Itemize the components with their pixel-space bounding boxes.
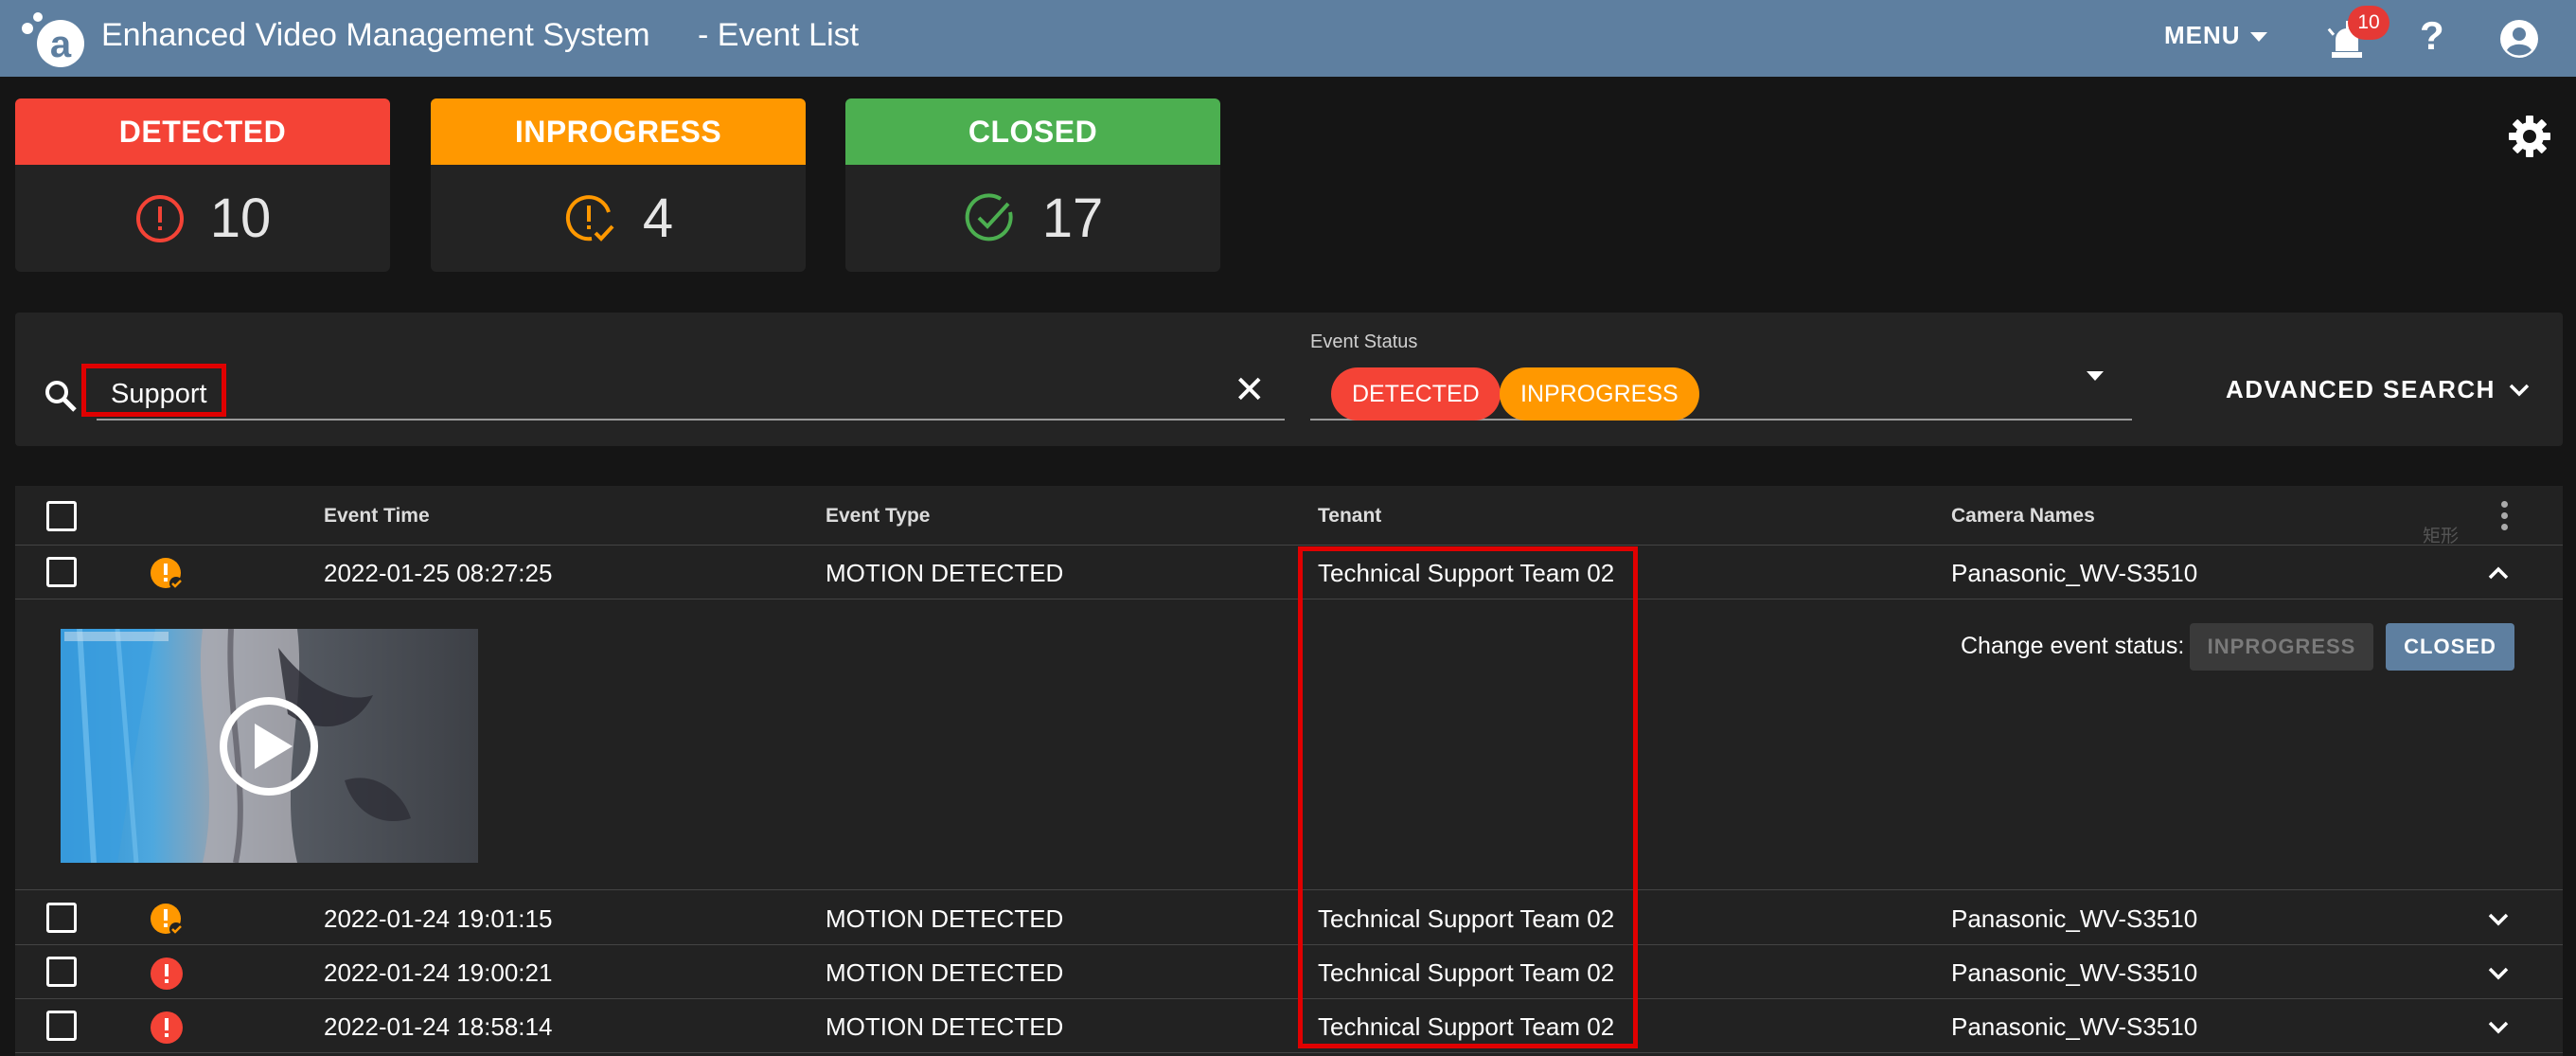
row-checkbox[interactable]: [46, 957, 77, 987]
event-table: Event Time Event Type Tenant Camera Name…: [15, 486, 2563, 1056]
help-icon[interactable]: ?: [2420, 13, 2444, 59]
row-checkbox[interactable]: [46, 1011, 77, 1041]
event-status-label: Event Status: [1310, 331, 1418, 352]
column-header-event-time[interactable]: Event Time: [324, 505, 430, 528]
inprogress-status-icon: [151, 558, 183, 590]
column-options-icon[interactable]: [2501, 501, 2509, 531]
chevron-down-icon[interactable]: [2486, 1014, 2511, 1039]
inprogress-card-title: INPROGRESS: [431, 98, 806, 165]
caret-down-icon[interactable]: [2087, 371, 2104, 381]
event-type-cell: MOTION DETECTED: [826, 958, 1064, 987]
select-all-checkbox[interactable]: [46, 501, 77, 531]
app-logo-icon: a: [22, 12, 84, 67]
chevron-down-icon[interactable]: [2486, 960, 2511, 985]
event-time-cell: 2022-01-24 19:01:15: [324, 904, 553, 933]
tenant-cell: Technical Support Team 02: [1318, 1012, 1615, 1041]
error-outline-icon: [135, 194, 184, 242]
menu-label: MENU: [2164, 21, 2241, 49]
inprogress-count: 4: [642, 188, 674, 249]
closed-card-title: CLOSED: [845, 98, 1220, 165]
row-checkbox[interactable]: [46, 903, 77, 933]
table-row[interactable]: 2022-01-24 18:58:14 MOTION DETECTED Tech…: [15, 999, 2563, 1053]
set-closed-button[interactable]: CLOSED: [2386, 623, 2514, 671]
status-chip-inprogress[interactable]: INPROGRESS: [1500, 367, 1699, 421]
event-type-cell: MOTION DETECTED: [826, 559, 1064, 587]
account-circle-icon[interactable]: [2499, 19, 2539, 59]
inprogress-status-icon: [151, 904, 183, 936]
camera-name-cell: Panasonic_WV-S3510: [1951, 1012, 2198, 1041]
change-event-status-label: Change event status:: [1961, 633, 2185, 659]
status-chip-detected[interactable]: DETECTED: [1331, 367, 1501, 421]
table-row[interactable]: 2022-01-25 08:27:25 MOTION DETECTED Tech…: [15, 546, 2563, 600]
table-row[interactable]: 2022-01-24 19:00:21 MOTION DETECTED Tech…: [15, 945, 2563, 999]
event-type-cell: MOTION DETECTED: [826, 1012, 1064, 1041]
caret-down-icon: [2249, 32, 2267, 42]
chevron-down-icon: [2509, 384, 2530, 396]
overlay-ghost-text: 矩形: [2423, 527, 2460, 546]
app-title: Enhanced Video Management System: [101, 17, 650, 53]
detected-status-icon: [151, 958, 183, 990]
closed-summary-card[interactable]: CLOSED 17: [845, 98, 1220, 272]
advanced-search-toggle[interactable]: ADVANCED SEARCH: [2226, 375, 2530, 404]
column-header-tenant[interactable]: Tenant: [1318, 505, 1381, 528]
search-icon: [45, 381, 77, 412]
video-thumbnail-image: [61, 629, 478, 863]
chevron-down-icon[interactable]: [2486, 906, 2511, 931]
alarm-count-badge: 10: [2348, 6, 2389, 40]
event-time-cell: 2022-01-24 18:58:14: [324, 1012, 553, 1041]
camera-name-cell: Panasonic_WV-S3510: [1951, 958, 2198, 987]
tenant-cell: Technical Support Team 02: [1318, 559, 1615, 587]
inprogress-summary-card[interactable]: INPROGRESS 4: [431, 98, 806, 272]
chevron-up-icon[interactable]: [2486, 561, 2511, 585]
page-title: - Event List: [698, 17, 860, 53]
event-time-cell: 2022-01-25 08:27:25: [324, 559, 553, 587]
row-checkbox[interactable]: [46, 557, 77, 587]
event-status-select[interactable]: DETECTED INPROGRESS: [1310, 360, 2132, 421]
column-header-event-type[interactable]: Event Type: [826, 505, 930, 528]
camera-name-cell: Panasonic_WV-S3510: [1951, 904, 2198, 933]
clear-search-icon[interactable]: ✕: [1234, 371, 1266, 409]
camera-name-cell: Panasonic_WV-S3510: [1951, 559, 2198, 587]
menu-button[interactable]: MENU: [2164, 21, 2267, 50]
detected-status-icon: [151, 1011, 183, 1044]
search-filter-panel: ✕ Event Status DETECTED INPROGRESS ADVAN…: [15, 313, 2563, 446]
pending-check-icon: [565, 194, 614, 242]
detected-card-title: DETECTED: [15, 98, 390, 165]
tenant-cell: Technical Support Team 02: [1318, 958, 1615, 987]
detected-summary-card[interactable]: DETECTED 10: [15, 98, 390, 272]
search-input[interactable]: [97, 369, 1285, 421]
top-app-bar: a Enhanced Video Management System - Eve…: [0, 0, 2576, 77]
settings-gear-icon[interactable]: [2507, 114, 2552, 159]
column-header-camera-names[interactable]: Camera Names: [1951, 505, 2095, 528]
event-type-cell: MOTION DETECTED: [826, 904, 1064, 933]
event-video-thumbnail[interactable]: [61, 629, 478, 863]
detected-count: 10: [209, 188, 272, 249]
table-row[interactable]: 2022-01-24 19:01:15 MOTION DETECTED Tech…: [15, 891, 2563, 945]
event-time-cell: 2022-01-24 19:00:21: [324, 958, 553, 987]
tenant-cell: Technical Support Team 02: [1318, 904, 1615, 933]
closed-count: 17: [1041, 188, 1104, 249]
expanded-event-detail: Change event status: INPROGRESS CLOSED: [15, 600, 2563, 890]
check-circle-icon: [965, 192, 1013, 241]
table-header-row: Event Time Event Type Tenant Camera Name…: [15, 486, 2563, 546]
svg-text:a: a: [50, 24, 72, 65]
set-inprogress-button[interactable]: INPROGRESS: [2190, 623, 2373, 671]
advanced-search-label: ADVANCED SEARCH: [2226, 375, 2496, 403]
